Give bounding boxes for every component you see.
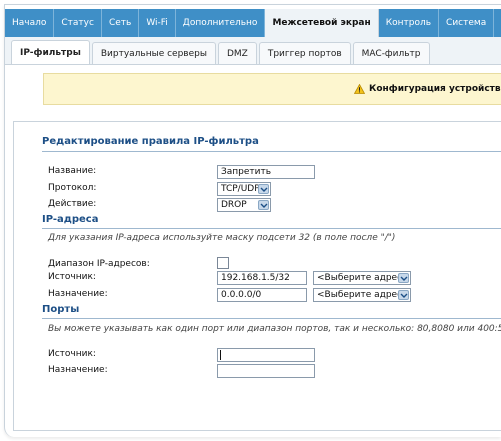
section-divider xyxy=(42,151,501,152)
ip-filter-edit-panel: Редактирование правила IP-фильтра Назван… xyxy=(13,121,501,431)
edit-rule-title: Редактирование правила IP-фильтра xyxy=(42,136,259,147)
ip-destination-input[interactable]: 0.0.0.0/0 xyxy=(217,288,307,302)
port-source-label: Источник: xyxy=(48,349,96,359)
ip-hint-text: Для указания IP-адреса используйте маску… xyxy=(48,233,396,243)
nav-tab-status[interactable]: Статус xyxy=(54,9,102,37)
nav-tab-advanced[interactable]: Дополнительно xyxy=(176,9,266,37)
nav-tab-network[interactable]: Сеть xyxy=(102,9,140,37)
section-divider xyxy=(42,228,501,229)
ip-destination-label: Назначение: xyxy=(48,289,108,299)
ip-range-checkbox[interactable] xyxy=(217,257,229,269)
nav-tab-firewall[interactable]: Межсетевой экран xyxy=(265,9,379,37)
subtab-port-trigger[interactable]: Триггер портов xyxy=(258,42,351,64)
ports-title: Порты xyxy=(42,304,80,315)
ip-source-label: Источник: xyxy=(48,272,96,282)
ip-range-label: Диапазон IP-адресов: xyxy=(48,259,150,269)
config-notice-bar[interactable]: Конфигурация устройства б xyxy=(43,73,501,105)
port-destination-label: Назначение: xyxy=(48,365,108,375)
ports-hint-text: Вы можете указывать как один порт или ди… xyxy=(48,324,501,334)
chevron-down-icon xyxy=(258,184,269,194)
action-label: Действие: xyxy=(48,199,97,209)
nav-tab-control[interactable]: Контроль xyxy=(379,9,440,37)
rule-name-input[interactable]: Запретить xyxy=(217,165,315,179)
protocol-label: Протокол: xyxy=(48,183,97,193)
port-source-input[interactable] xyxy=(217,348,315,362)
nav-tab-wifi[interactable]: Wi-Fi xyxy=(139,9,176,37)
subtab-mac-filter[interactable]: MAC-фильтр xyxy=(352,42,430,64)
sub-navigation: IP-фильтры Виртуальные серверы DMZ Тригг… xyxy=(5,37,501,65)
action-select[interactable]: DROP xyxy=(217,198,271,212)
ip-destination-select-value: <Выберите адрес> xyxy=(317,290,410,300)
router-admin-window: Начало Статус Сеть Wi-Fi Дополнительно М… xyxy=(4,4,501,437)
ip-source-select-value: <Выберите адрес> xyxy=(317,273,410,283)
ip-addresses-title: IP-адреса xyxy=(42,214,99,225)
action-select-value: DROP xyxy=(221,200,247,210)
text-cursor xyxy=(220,350,221,360)
chevron-down-icon xyxy=(398,273,409,283)
nav-tab-home[interactable]: Начало xyxy=(5,9,55,37)
chevron-down-icon xyxy=(258,200,269,210)
subtab-virtual-servers[interactable]: Виртуальные серверы xyxy=(91,42,216,64)
top-navigation: Начало Статус Сеть Wi-Fi Дополнительно М… xyxy=(5,9,501,37)
subtab-ip-filters[interactable]: IP-фильтры xyxy=(11,40,90,64)
protocol-select-value: TCP/UDP xyxy=(221,184,260,194)
warning-icon xyxy=(353,83,366,94)
subtab-dmz[interactable]: DMZ xyxy=(217,42,257,64)
rule-name-label: Название: xyxy=(48,166,97,176)
ip-destination-address-select[interactable]: <Выберите адрес> xyxy=(313,288,411,302)
ip-source-input[interactable]: 192.168.1.5/32 xyxy=(217,271,307,285)
section-divider xyxy=(42,318,501,319)
chevron-down-icon xyxy=(398,290,409,300)
port-destination-input[interactable] xyxy=(217,364,315,378)
protocol-select[interactable]: TCP/UDP xyxy=(217,182,271,196)
ip-source-address-select[interactable]: <Выберите адрес> xyxy=(313,271,411,285)
notice-text: Конфигурация устройства б xyxy=(369,84,501,94)
nav-tab-system[interactable]: Система xyxy=(439,9,495,37)
